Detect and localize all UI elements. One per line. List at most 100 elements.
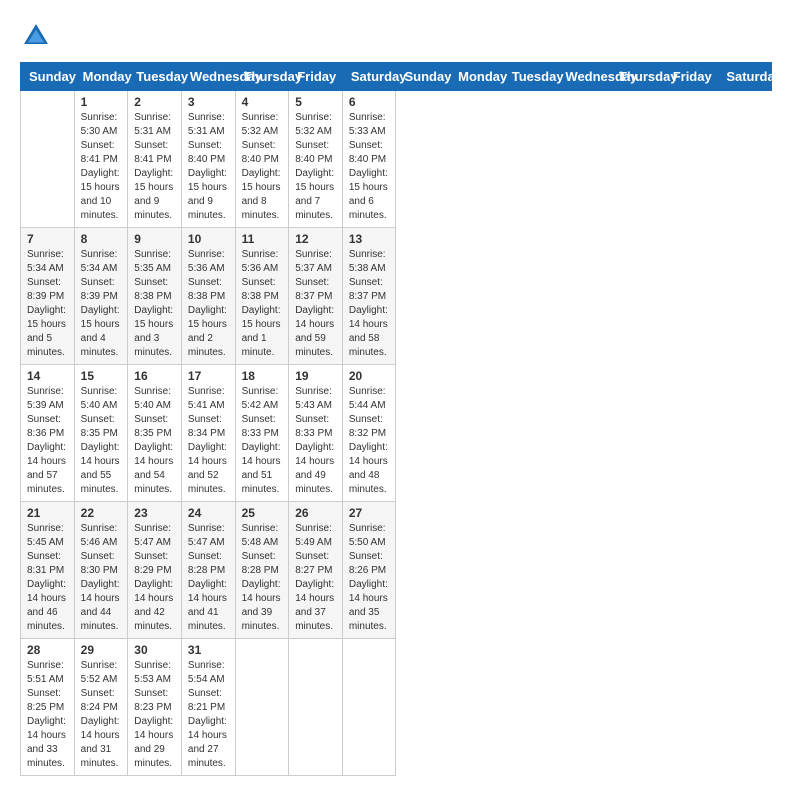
calendar-cell: 24 Sunrise: 5:47 AMSunset: 8:28 PMDayligh…	[181, 502, 235, 639]
day-number: 8	[81, 232, 122, 246]
calendar-cell: 15 Sunrise: 5:40 AMSunset: 8:35 PMDayligh…	[74, 365, 128, 502]
cell-info: Sunrise: 5:34 AMSunset: 8:39 PMDaylight:…	[81, 248, 122, 360]
calendar-cell: 7 Sunrise: 5:34 AMSunset: 8:39 PMDaylight…	[21, 228, 75, 365]
calendar-cell: 23 Sunrise: 5:47 AMSunset: 8:29 PMDayligh…	[128, 502, 182, 639]
calendar-week-row: 7 Sunrise: 5:34 AMSunset: 8:39 PMDaylight…	[21, 228, 772, 365]
calendar-cell: 13Sunrise: 5:38 AMSunset: 8:37 PMDayligh…	[342, 228, 396, 365]
day-number: 1	[81, 95, 122, 109]
day-number: 15	[81, 369, 122, 383]
day-header: Friday	[664, 63, 718, 91]
cell-info: Sunrise: 5:42 AMSunset: 8:33 PMDaylight:…	[242, 385, 283, 497]
calendar-header-row: SundayMondayTuesdayWednesdayThursdayFrid…	[21, 63, 772, 91]
day-header: Wednesday	[557, 63, 611, 91]
day-header: Thursday	[611, 63, 665, 91]
cell-info: Sunrise: 5:50 AMSunset: 8:26 PMDaylight:…	[349, 522, 390, 634]
day-of-week-header: Thursday	[235, 63, 289, 91]
calendar-week-row: 1 Sunrise: 5:30 AMSunset: 8:41 PMDaylight…	[21, 91, 772, 228]
calendar-cell: 20Sunrise: 5:44 AMSunset: 8:32 PMDayligh…	[342, 365, 396, 502]
day-number: 24	[188, 506, 229, 520]
logo-icon	[20, 20, 52, 52]
day-number: 30	[134, 643, 175, 657]
cell-info: Sunrise: 5:34 AMSunset: 8:39 PMDaylight:…	[27, 248, 68, 360]
day-header: Sunday	[396, 63, 450, 91]
cell-info: Sunrise: 5:52 AMSunset: 8:24 PMDaylight:…	[81, 659, 122, 771]
calendar-cell: 4 Sunrise: 5:32 AMSunset: 8:40 PMDaylight…	[235, 91, 289, 228]
page-header	[20, 20, 772, 52]
calendar-cell: 28Sunrise: 5:51 AMSunset: 8:25 PMDayligh…	[21, 639, 75, 776]
day-of-week-header: Saturday	[342, 63, 396, 91]
day-number: 29	[81, 643, 122, 657]
calendar-cell: 2 Sunrise: 5:31 AMSunset: 8:41 PMDaylight…	[128, 91, 182, 228]
cell-info: Sunrise: 5:36 AMSunset: 8:38 PMDaylight:…	[242, 248, 283, 360]
day-number: 17	[188, 369, 229, 383]
day-number: 4	[242, 95, 283, 109]
calendar-cell: 25Sunrise: 5:48 AMSunset: 8:28 PMDayligh…	[235, 502, 289, 639]
cell-info: Sunrise: 5:41 AMSunset: 8:34 PMDaylight:…	[188, 385, 229, 497]
cell-info: Sunrise: 5:47 AMSunset: 8:29 PMDaylight:…	[134, 522, 175, 634]
cell-info: Sunrise: 5:43 AMSunset: 8:33 PMDaylight:…	[295, 385, 336, 497]
day-number: 9	[134, 232, 175, 246]
calendar-cell	[21, 91, 75, 228]
calendar-cell: 12 Sunrise: 5:37 AMSunset: 8:37 PMDayligh…	[289, 228, 343, 365]
calendar-cell: 14 Sunrise: 5:39 AMSunset: 8:36 PMDayligh…	[21, 365, 75, 502]
day-number: 18	[242, 369, 283, 383]
day-of-week-header: Sunday	[21, 63, 75, 91]
calendar-cell: 21 Sunrise: 5:45 AMSunset: 8:31 PMDayligh…	[21, 502, 75, 639]
calendar-cell: 30Sunrise: 5:53 AMSunset: 8:23 PMDayligh…	[128, 639, 182, 776]
cell-info: Sunrise: 5:33 AMSunset: 8:40 PMDaylight:…	[349, 111, 390, 223]
cell-info: Sunrise: 5:46 AMSunset: 8:30 PMDaylight:…	[81, 522, 122, 634]
day-header: Monday	[450, 63, 504, 91]
day-number: 21	[27, 506, 68, 520]
calendar-cell: 19Sunrise: 5:43 AMSunset: 8:33 PMDayligh…	[289, 365, 343, 502]
day-number: 20	[349, 369, 390, 383]
calendar-cell: 10 Sunrise: 5:36 AMSunset: 8:38 PMDayligh…	[181, 228, 235, 365]
cell-info: Sunrise: 5:30 AMSunset: 8:41 PMDaylight:…	[81, 111, 122, 223]
calendar-cell: 9 Sunrise: 5:35 AMSunset: 8:38 PMDaylight…	[128, 228, 182, 365]
day-number: 3	[188, 95, 229, 109]
day-number: 10	[188, 232, 229, 246]
cell-info: Sunrise: 5:31 AMSunset: 8:41 PMDaylight:…	[134, 111, 175, 223]
cell-info: Sunrise: 5:51 AMSunset: 8:25 PMDaylight:…	[27, 659, 68, 771]
cell-info: Sunrise: 5:32 AMSunset: 8:40 PMDaylight:…	[242, 111, 283, 223]
cell-info: Sunrise: 5:31 AMSunset: 8:40 PMDaylight:…	[188, 111, 229, 223]
calendar-week-row: 21 Sunrise: 5:45 AMSunset: 8:31 PMDayligh…	[21, 502, 772, 639]
cell-info: Sunrise: 5:45 AMSunset: 8:31 PMDaylight:…	[27, 522, 68, 634]
cell-info: Sunrise: 5:47 AMSunset: 8:28 PMDaylight:…	[188, 522, 229, 634]
cell-info: Sunrise: 5:35 AMSunset: 8:38 PMDaylight:…	[134, 248, 175, 360]
calendar-cell	[342, 639, 396, 776]
calendar-cell: 17 Sunrise: 5:41 AMSunset: 8:34 PMDayligh…	[181, 365, 235, 502]
cell-info: Sunrise: 5:49 AMSunset: 8:27 PMDaylight:…	[295, 522, 336, 634]
day-number: 14	[27, 369, 68, 383]
cell-info: Sunrise: 5:36 AMSunset: 8:38 PMDaylight:…	[188, 248, 229, 360]
day-number: 25	[242, 506, 283, 520]
cell-info: Sunrise: 5:39 AMSunset: 8:36 PMDaylight:…	[27, 385, 68, 497]
day-of-week-header: Tuesday	[128, 63, 182, 91]
calendar-cell: 6 Sunrise: 5:33 AMSunset: 8:40 PMDaylight…	[342, 91, 396, 228]
day-number: 27	[349, 506, 390, 520]
day-number: 6	[349, 95, 390, 109]
day-number: 16	[134, 369, 175, 383]
calendar-cell: 26Sunrise: 5:49 AMSunset: 8:27 PMDayligh…	[289, 502, 343, 639]
day-number: 7	[27, 232, 68, 246]
calendar-cell: 18 Sunrise: 5:42 AMSunset: 8:33 PMDayligh…	[235, 365, 289, 502]
calendar-cell: 29 Sunrise: 5:52 AMSunset: 8:24 PMDayligh…	[74, 639, 128, 776]
cell-info: Sunrise: 5:37 AMSunset: 8:37 PMDaylight:…	[295, 248, 336, 360]
calendar-cell	[289, 639, 343, 776]
cell-info: Sunrise: 5:40 AMSunset: 8:35 PMDaylight:…	[81, 385, 122, 497]
day-number: 11	[242, 232, 283, 246]
day-number: 12	[295, 232, 336, 246]
day-number: 23	[134, 506, 175, 520]
calendar-cell: 11 Sunrise: 5:36 AMSunset: 8:38 PMDayligh…	[235, 228, 289, 365]
day-header: Saturday	[718, 63, 772, 91]
calendar-cell: 3 Sunrise: 5:31 AMSunset: 8:40 PMDaylight…	[181, 91, 235, 228]
day-number: 2	[134, 95, 175, 109]
calendar-week-row: 28Sunrise: 5:51 AMSunset: 8:25 PMDayligh…	[21, 639, 772, 776]
calendar-cell: 16Sunrise: 5:40 AMSunset: 8:35 PMDayligh…	[128, 365, 182, 502]
day-header: Tuesday	[503, 63, 557, 91]
calendar-cell: 31Sunrise: 5:54 AMSunset: 8:21 PMDayligh…	[181, 639, 235, 776]
day-number: 22	[81, 506, 122, 520]
calendar-cell: 27 Sunrise: 5:50 AMSunset: 8:26 PMDayligh…	[342, 502, 396, 639]
calendar-cell: 22 Sunrise: 5:46 AMSunset: 8:30 PMDayligh…	[74, 502, 128, 639]
logo	[20, 20, 56, 52]
calendar-week-row: 14 Sunrise: 5:39 AMSunset: 8:36 PMDayligh…	[21, 365, 772, 502]
